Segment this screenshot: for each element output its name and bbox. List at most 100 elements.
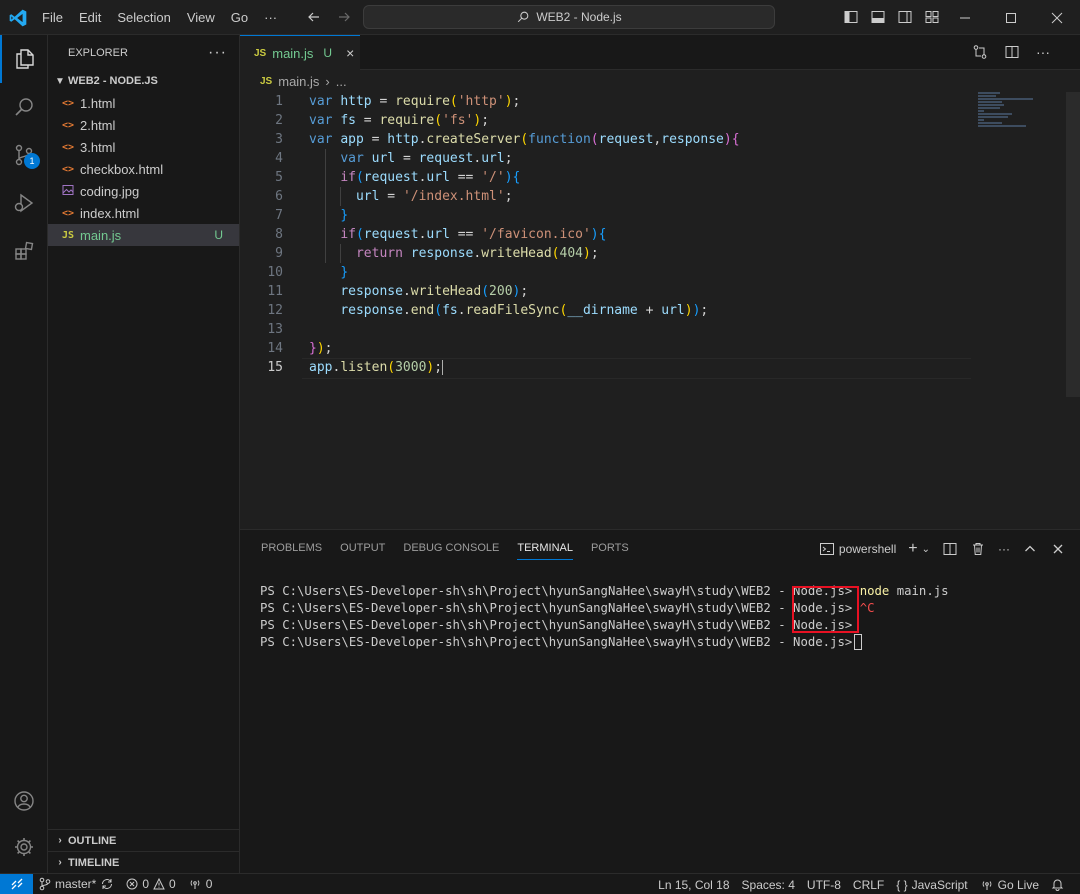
- line-number: 13: [267, 322, 283, 337]
- activity-extensions[interactable]: [0, 227, 48, 275]
- file-name: 1.html: [80, 95, 116, 111]
- language-mode[interactable]: { } JavaScript: [890, 878, 973, 892]
- code-text: app.listen(3000);: [309, 360, 444, 375]
- activity-search[interactable]: [0, 83, 48, 131]
- chevron-right-icon: ›: [325, 73, 330, 89]
- terminal-prompt: PS C:\Users\ES-Developer-sh\sh\Project\h…: [260, 583, 853, 598]
- line-number: 9: [275, 246, 283, 261]
- vscode-logo-icon[interactable]: [8, 8, 28, 28]
- breadcrumb-file[interactable]: main.js: [278, 74, 319, 89]
- tab-close-button[interactable]: ×: [346, 45, 354, 61]
- new-terminal-button[interactable]: +: [908, 540, 917, 558]
- menu-more[interactable]: ···: [256, 10, 285, 25]
- terminal-prompt: PS C:\Users\ES-Developer-sh\sh\Project\h…: [260, 617, 853, 632]
- customize-layout-icon[interactable]: [924, 9, 940, 25]
- forward-arrow-icon[interactable]: [336, 9, 352, 25]
- activity-manage[interactable]: [0, 823, 48, 871]
- line-number: 11: [267, 284, 283, 299]
- file-item-selected[interactable]: JS main.js U: [48, 224, 239, 246]
- account-icon: [14, 791, 34, 811]
- activity-source-control[interactable]: 1: [0, 131, 48, 179]
- split-terminal-icon[interactable]: [942, 541, 958, 557]
- bottom-panel: PROBLEMS OUTPUT DEBUG CONSOLE TERMINAL P…: [240, 529, 1080, 873]
- file-item[interactable]: <> 1.html: [48, 92, 239, 114]
- explorer-more-button[interactable]: ···: [208, 44, 227, 62]
- back-arrow-icon[interactable]: [306, 9, 322, 25]
- tab-output[interactable]: OUTPUT: [331, 530, 394, 566]
- breadcrumb-symbols[interactable]: ...: [336, 74, 347, 89]
- maximize-button[interactable]: [988, 0, 1034, 35]
- status-bar: master* 0 0 0 Ln 15, Col 18 Spaces: 4 UT…: [0, 873, 1080, 894]
- code-line: 10 }: [240, 263, 970, 282]
- code-text: var fs = require('fs');: [309, 113, 490, 128]
- menu-go[interactable]: Go: [223, 10, 256, 25]
- close-window-button[interactable]: [1034, 0, 1080, 35]
- file-item[interactable]: coding.jpg: [48, 180, 239, 202]
- git-branch[interactable]: master*: [33, 877, 120, 891]
- minimap[interactable]: [978, 92, 1038, 132]
- trash-icon[interactable]: [970, 541, 986, 557]
- terminal-args: main.js: [889, 583, 949, 598]
- file-item[interactable]: <> checkbox.html: [48, 158, 239, 180]
- chevron-down-icon: ▼: [55, 75, 65, 87]
- chevron-down-icon[interactable]: ⌄: [922, 544, 930, 555]
- tab-problems[interactable]: PROBLEMS: [252, 530, 331, 566]
- close-panel-icon[interactable]: [1050, 541, 1066, 557]
- tab-debug-console[interactable]: DEBUG CONSOLE: [394, 530, 508, 566]
- file-item[interactable]: <> 3.html: [48, 136, 239, 158]
- file-item[interactable]: <> 2.html: [48, 114, 239, 136]
- tab-main-js[interactable]: JS main.js U ×: [240, 35, 360, 70]
- split-editor-icon[interactable]: [1004, 44, 1020, 60]
- extensions-icon: [15, 241, 34, 260]
- tab-terminal[interactable]: TERMINAL: [508, 530, 582, 566]
- end-of-line[interactable]: CRLF: [847, 878, 890, 892]
- shell-name: powershell: [838, 542, 897, 556]
- panel-more-button[interactable]: ···: [998, 542, 1010, 556]
- menu-edit[interactable]: Edit: [71, 10, 109, 25]
- js-file-icon: JS: [254, 47, 267, 59]
- folder-section-header[interactable]: ▼ WEB2 - NODE.JS: [48, 70, 239, 92]
- timeline-section-header[interactable]: › TIMELINE: [48, 851, 240, 873]
- cursor-position[interactable]: Ln 15, Col 18: [652, 878, 735, 892]
- toggle-secondary-sidebar-icon[interactable]: [897, 9, 913, 25]
- menu-selection[interactable]: Selection: [109, 10, 178, 25]
- editor-more-button[interactable]: ···: [1036, 44, 1050, 60]
- outline-section-header[interactable]: › OUTLINE: [48, 829, 240, 851]
- ports-indicator[interactable]: 0: [182, 877, 219, 891]
- activity-accounts[interactable]: [0, 777, 48, 825]
- notifications-button[interactable]: [1045, 878, 1070, 891]
- html-file-icon: <>: [62, 97, 75, 109]
- code-editor[interactable]: 1 var http = require('http'); 2 var fs =…: [240, 92, 971, 379]
- line-number: 15: [267, 360, 283, 375]
- toggle-panel-icon[interactable]: [870, 9, 886, 25]
- search-icon: [518, 11, 529, 23]
- menu-file[interactable]: File: [34, 10, 71, 25]
- menu-bar: File Edit Selection View Go ···: [34, 0, 285, 35]
- html-file-icon: <>: [62, 163, 75, 175]
- image-file-icon: [62, 184, 80, 199]
- open-changes-icon[interactable]: [972, 44, 988, 60]
- toggle-primary-sidebar-icon[interactable]: [843, 9, 859, 25]
- file-name: 3.html: [80, 139, 116, 155]
- activity-run-debug[interactable]: [0, 179, 48, 227]
- editor-scrollbar[interactable]: [1066, 92, 1080, 397]
- activity-explorer[interactable]: [0, 35, 48, 83]
- bell-icon: [1051, 879, 1064, 891]
- problems-indicator[interactable]: 0 0: [120, 877, 181, 891]
- breadcrumb: JS main.js › ...: [240, 70, 1080, 92]
- broadcast-icon: [982, 880, 992, 890]
- sync-icon[interactable]: [100, 877, 114, 891]
- file-item[interactable]: <> index.html: [48, 202, 239, 224]
- panel-actions: powershell + ⌄ ···: [819, 540, 1066, 558]
- remote-button[interactable]: [0, 873, 33, 894]
- terminal-selector[interactable]: powershell: [819, 541, 896, 557]
- menu-view[interactable]: View: [179, 10, 223, 25]
- encoding[interactable]: UTF-8: [801, 878, 847, 892]
- indentation[interactable]: Spaces: 4: [736, 878, 801, 892]
- command-center[interactable]: WEB2 - Node.js: [363, 5, 775, 29]
- command-center-label: WEB2 - Node.js: [536, 10, 622, 24]
- tab-ports[interactable]: PORTS: [582, 530, 638, 566]
- maximize-panel-icon[interactable]: [1022, 541, 1038, 557]
- go-live-button[interactable]: Go Live: [974, 878, 1045, 892]
- minimize-button[interactable]: [942, 0, 988, 35]
